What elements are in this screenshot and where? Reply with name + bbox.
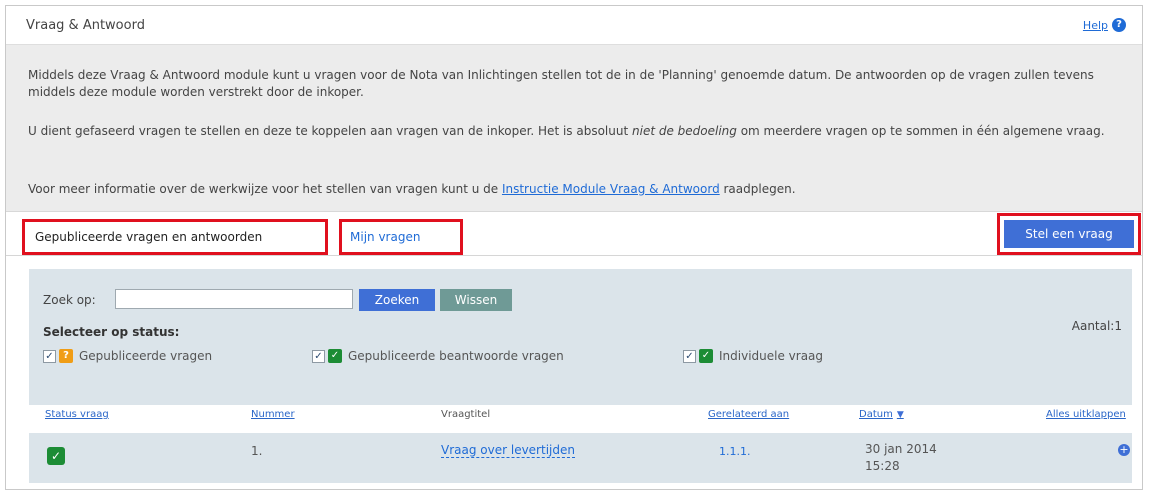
checkbox-answered[interactable]: ✓ <box>312 349 325 363</box>
vraag-antwoord-panel: Vraag & Antwoord Help ? Middels deze Vra… <box>5 5 1143 490</box>
status-option-label: Gepubliceerde vragen <box>79 349 213 363</box>
clear-button[interactable]: Wissen <box>440 289 512 311</box>
column-header-nummer[interactable]: Nummer <box>251 409 295 420</box>
column-header-gerelateerd[interactable]: Gerelateerd aan <box>708 409 789 420</box>
search-label: Zoek op: <box>43 293 96 307</box>
tab-mine-highlight: Mijn vragen <box>339 219 463 255</box>
expand-row-icon[interactable]: + <box>1118 444 1130 456</box>
table-row: ✓ 1. Vraag over levertijden 1.1.1. 30 ja… <box>29 433 1132 483</box>
intro-text-box: Middels deze Vraag & Antwoord module kun… <box>6 45 1142 212</box>
checkbox-published[interactable]: ✓ <box>43 349 56 363</box>
column-header-titel: Vraagtitel <box>441 409 491 420</box>
ask-button-highlight: Stel een vraag <box>997 213 1141 255</box>
page-title: Vraag & Antwoord <box>26 18 145 33</box>
checkbox-individual[interactable]: ✓ <box>683 349 696 363</box>
result-count: Aantal:1 <box>1071 319 1122 333</box>
intro-p2-text-a: U dient gefaseerd vragen te stellen en d… <box>28 124 632 138</box>
help-label[interactable]: Help <box>1083 19 1108 32</box>
search-button[interactable]: Zoeken <box>359 289 435 311</box>
status-option-label: Individuele vraag <box>719 349 824 363</box>
intro-paragraph-1: Middels deze Vraag & Antwoord module kun… <box>28 68 1094 99</box>
intro-p3-text-a: Voor meer informatie over de werkwijze v… <box>28 182 502 196</box>
intro-p2-emphasis: niet de bedoeling <box>632 124 737 138</box>
question-circle-icon[interactable]: ? <box>1112 18 1126 32</box>
panel-header: Vraag & Antwoord Help ? <box>6 6 1142 45</box>
ask-question-button[interactable]: Stel een vraag <box>1004 220 1134 248</box>
tab-published-questions[interactable]: Gepubliceerde vragen en antwoorden <box>35 230 262 244</box>
expand-all-link[interactable]: Alles uitklappen <box>1046 409 1126 420</box>
status-option-label: Gepubliceerde beantwoorde vragen <box>348 349 564 363</box>
question-title-link[interactable]: Vraag over levertijden <box>441 443 575 458</box>
column-header-datum[interactable]: Datum ▼ <box>859 409 904 420</box>
question-icon: ? <box>59 349 73 363</box>
filter-panel: Zoek op: Zoeken Wissen Aantal:1 Selectee… <box>29 269 1132 405</box>
row-date-time: 15:28 <box>865 459 900 473</box>
tab-my-questions[interactable]: Mijn vragen <box>350 230 420 244</box>
intro-p3-text-b: raadplegen. <box>719 182 796 196</box>
instructie-link[interactable]: Instructie Module Vraag & Antwoord <box>502 182 720 196</box>
tab-divider <box>6 255 1142 256</box>
answered-check-icon: ✓ <box>328 349 342 363</box>
column-header-datum-label[interactable]: Datum <box>859 409 893 420</box>
status-option-individual: ✓ ✓ Individuele vraag <box>683 349 823 363</box>
search-input[interactable] <box>115 289 353 309</box>
answered-check-icon: ✓ <box>699 349 713 363</box>
intro-paragraph-3: Voor meer informatie over de werkwijze v… <box>28 181 1126 198</box>
related-link[interactable]: 1.1.1. <box>719 445 751 458</box>
row-number: 1. <box>251 444 263 458</box>
row-date: 30 jan 2014 15:28 <box>865 441 937 475</box>
tab-published-highlight: Gepubliceerde vragen en antwoorden <box>22 219 328 255</box>
help-link[interactable]: Help ? <box>1083 18 1126 32</box>
column-header-status[interactable]: Status vraag <box>45 409 109 420</box>
status-option-answered: ✓ ✓ Gepubliceerde beantwoorde vragen <box>312 349 564 363</box>
status-option-published: ✓ ? Gepubliceerde vragen <box>43 349 212 363</box>
intro-p2-text-b: om meerdere vragen op te sommen in één a… <box>736 124 1105 138</box>
answered-check-icon: ✓ <box>47 447 65 465</box>
status-filter-label: Selecteer op status: <box>43 325 180 339</box>
intro-paragraph-2: U dient gefaseerd vragen te stellen en d… <box>28 123 1126 140</box>
row-date-day: 30 jan 2014 <box>865 442 937 456</box>
sort-down-icon[interactable]: ▼ <box>897 410 904 420</box>
